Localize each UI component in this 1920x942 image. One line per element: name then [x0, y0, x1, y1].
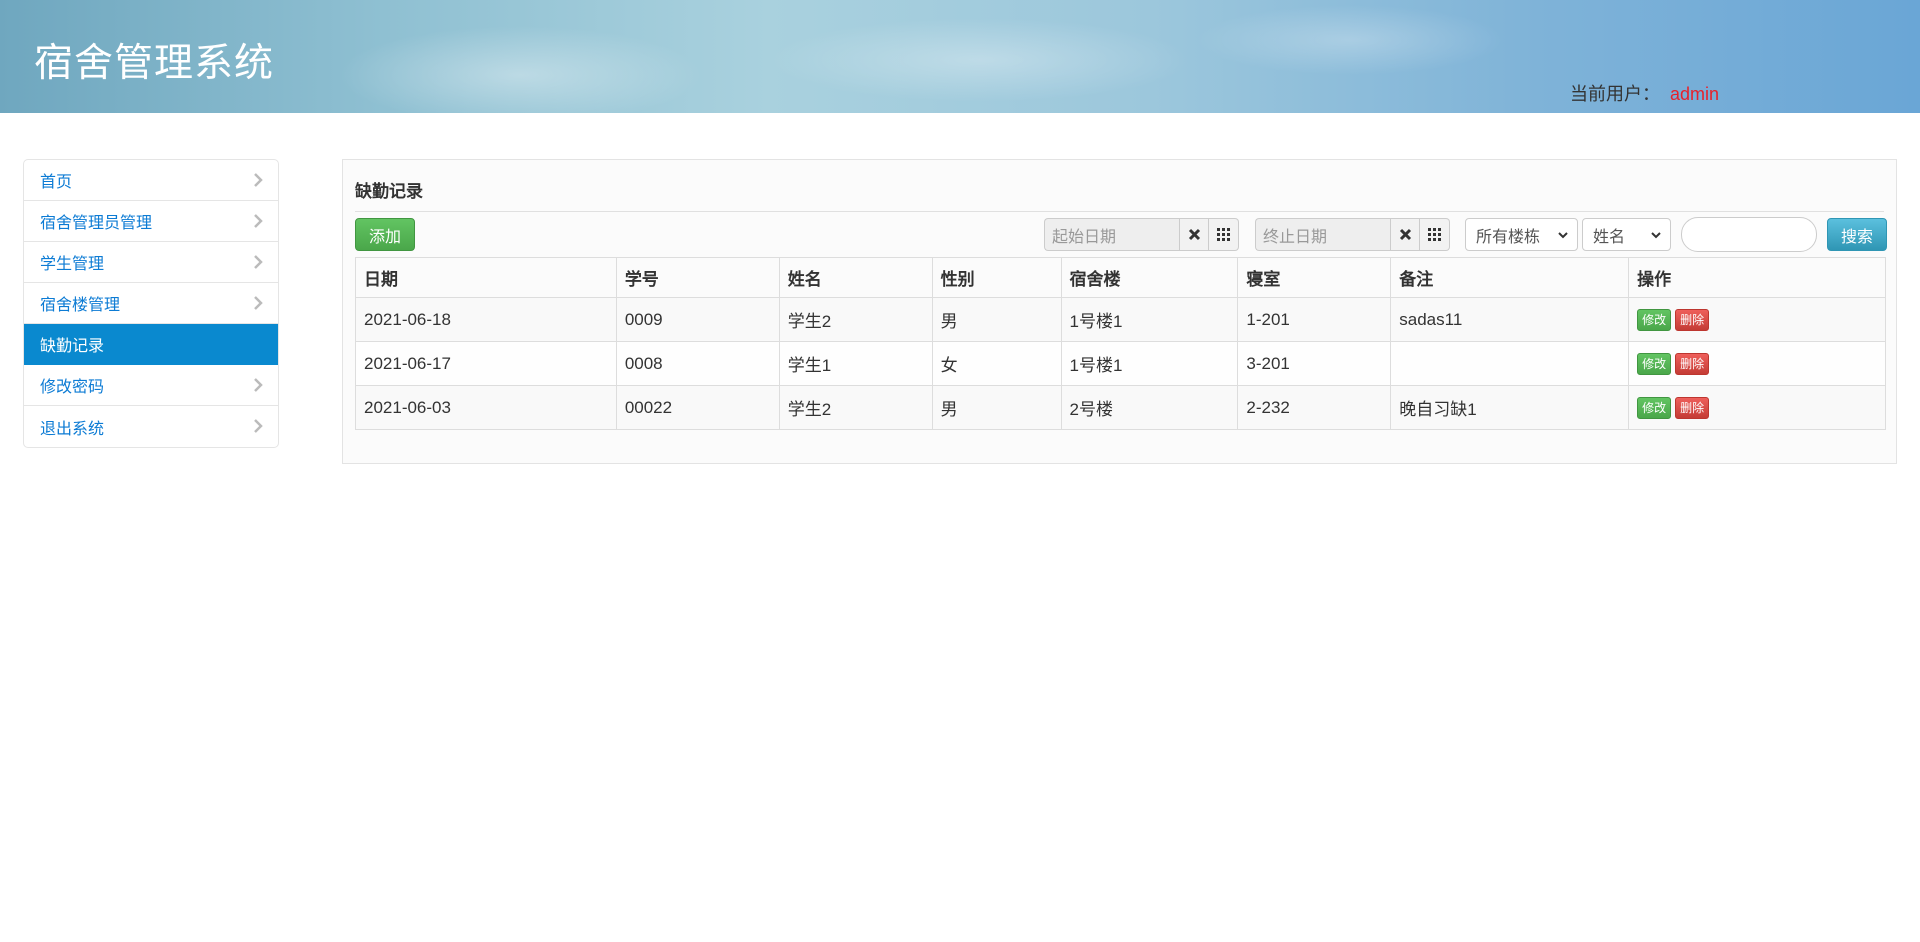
cell-building: 1号楼1	[1060, 341, 1239, 386]
end-date-group: 终止日期	[1255, 218, 1450, 251]
chevron-right-icon	[254, 173, 263, 187]
sidebar-item-absence-records[interactable]: 缺勤记录	[24, 324, 278, 365]
start-date-input[interactable]: 起始日期	[1044, 218, 1179, 251]
absence-records-panel: 缺勤记录 添加 起始日期 终止日期 所有楼栋 姓名 搜索 日期 学号 姓名 性别…	[342, 159, 1897, 464]
delete-button[interactable]: 删除	[1675, 396, 1710, 419]
app-title: 宿舍管理系统	[34, 41, 275, 86]
column-header: 学号	[615, 257, 780, 298]
absence-records-table: 日期 学号 姓名 性别 宿舍楼 寝室 备注 操作 2021-06-18 0009…	[355, 257, 1886, 430]
cell-room: 2-232	[1237, 385, 1392, 430]
cell-student-no: 0008	[615, 341, 780, 386]
delete-button[interactable]: 删除	[1675, 308, 1710, 331]
edit-button[interactable]: 修改	[1637, 308, 1672, 331]
sidebar-item-label: 退出系统	[40, 420, 105, 438]
current-user-name[interactable]: admin	[1670, 84, 1719, 104]
search-button[interactable]: 搜索	[1827, 218, 1887, 251]
end-date-input[interactable]: 终止日期	[1255, 218, 1390, 251]
search-field-select[interactable]: 姓名	[1582, 218, 1671, 251]
chevron-down-icon	[1558, 232, 1568, 239]
sidebar-item-home[interactable]: 首页	[24, 160, 278, 201]
cell-student-no: 00022	[615, 385, 780, 430]
search-field-select-value: 姓名	[1593, 228, 1626, 246]
column-header: 操作	[1628, 257, 1886, 298]
column-header: 姓名	[778, 257, 933, 298]
sidebar-item-change-password[interactable]: 修改密码	[24, 365, 278, 406]
sidebar-item-label: 学生管理	[40, 256, 105, 273]
sidebar-item-logout[interactable]: 退出系统	[24, 406, 278, 447]
cell-date: 2021-06-03	[355, 385, 617, 430]
cell-gender: 男	[931, 385, 1062, 430]
sidebar-item-label: 修改密码	[40, 379, 105, 396]
cell-note: sadas11	[1390, 297, 1630, 342]
cell-date: 2021-06-18	[355, 297, 617, 342]
grid-icon	[1217, 228, 1230, 241]
current-user-info: 当前用户： admin	[1570, 80, 1719, 106]
cell-name: 学生2	[778, 297, 933, 342]
divider	[355, 211, 1884, 212]
cell-gender: 男	[931, 297, 1062, 342]
column-header: 日期	[355, 257, 617, 298]
table-row: 2021-06-18 0009 学生2 男 1号楼1 1-201 sadas11…	[355, 297, 1886, 342]
start-date-picker-button[interactable]	[1209, 218, 1239, 251]
cell-gender: 女	[931, 341, 1062, 386]
column-header: 性别	[931, 257, 1062, 298]
start-date-group: 起始日期	[1044, 218, 1239, 251]
close-icon	[1188, 228, 1200, 241]
cell-name: 学生1	[778, 341, 933, 386]
grid-icon	[1428, 228, 1441, 241]
sidebar-nav: 首页 宿舍管理员管理 学生管理 宿舍楼管理 缺勤记录 修改密码 退出系统	[23, 159, 279, 448]
cell-actions: 修改 删除	[1628, 341, 1886, 386]
sidebar-item-label: 宿舍管理员管理	[40, 215, 153, 232]
sidebar-item-label: 缺勤记录	[40, 338, 105, 355]
table-header-row: 日期 学号 姓名 性别 宿舍楼 寝室 备注 操作	[355, 257, 1886, 298]
table-row: 2021-06-17 0008 学生1 女 1号楼1 3-201 修改 删除	[355, 341, 1886, 386]
chevron-right-icon	[254, 378, 263, 392]
chevron-right-icon	[254, 296, 263, 310]
chevron-right-icon	[254, 214, 263, 228]
delete-button[interactable]: 删除	[1675, 352, 1710, 375]
column-header: 寝室	[1237, 257, 1392, 298]
clear-start-date-button[interactable]	[1179, 218, 1209, 251]
chevron-right-icon	[254, 255, 263, 269]
cell-room: 1-201	[1237, 297, 1392, 342]
cell-building: 1号楼1	[1060, 297, 1239, 342]
cell-note	[1390, 341, 1630, 386]
sidebar-item-students[interactable]: 学生管理	[24, 242, 278, 283]
column-header: 宿舍楼	[1060, 257, 1239, 298]
building-select[interactable]: 所有楼栋	[1465, 218, 1578, 251]
cell-building: 2号楼	[1060, 385, 1239, 430]
building-select-value: 所有楼栋	[1476, 228, 1541, 246]
clear-end-date-button[interactable]	[1390, 218, 1420, 251]
table-row: 2021-06-03 00022 学生2 男 2号楼 2-232 晚自习缺1 修…	[355, 385, 1886, 430]
cell-date: 2021-06-17	[355, 341, 617, 386]
cell-student-no: 0009	[615, 297, 780, 342]
current-user-label: 当前用户：	[1570, 84, 1660, 104]
cell-actions: 修改 删除	[1628, 385, 1886, 430]
edit-button[interactable]: 修改	[1637, 396, 1672, 419]
cell-actions: 修改 删除	[1628, 297, 1886, 342]
chevron-right-icon	[254, 419, 263, 433]
add-button[interactable]: 添加	[355, 218, 415, 251]
header-banner: 宿舍管理系统 当前用户： admin	[0, 0, 1920, 113]
column-header: 备注	[1390, 257, 1630, 298]
end-date-picker-button[interactable]	[1420, 218, 1450, 251]
sidebar-item-dorm-admin[interactable]: 宿舍管理员管理	[24, 201, 278, 242]
chevron-down-icon	[1651, 232, 1661, 239]
page-title: 缺勤记录	[355, 182, 423, 201]
cell-room: 3-201	[1237, 341, 1392, 386]
cell-note: 晚自习缺1	[1390, 385, 1630, 430]
sidebar-item-label: 首页	[40, 174, 73, 191]
sidebar-item-label: 宿舍楼管理	[40, 297, 121, 314]
close-icon	[1399, 228, 1411, 241]
search-input[interactable]	[1681, 217, 1817, 252]
sidebar-item-buildings[interactable]: 宿舍楼管理	[24, 283, 278, 324]
edit-button[interactable]: 修改	[1637, 352, 1672, 375]
cell-name: 学生2	[778, 385, 933, 430]
